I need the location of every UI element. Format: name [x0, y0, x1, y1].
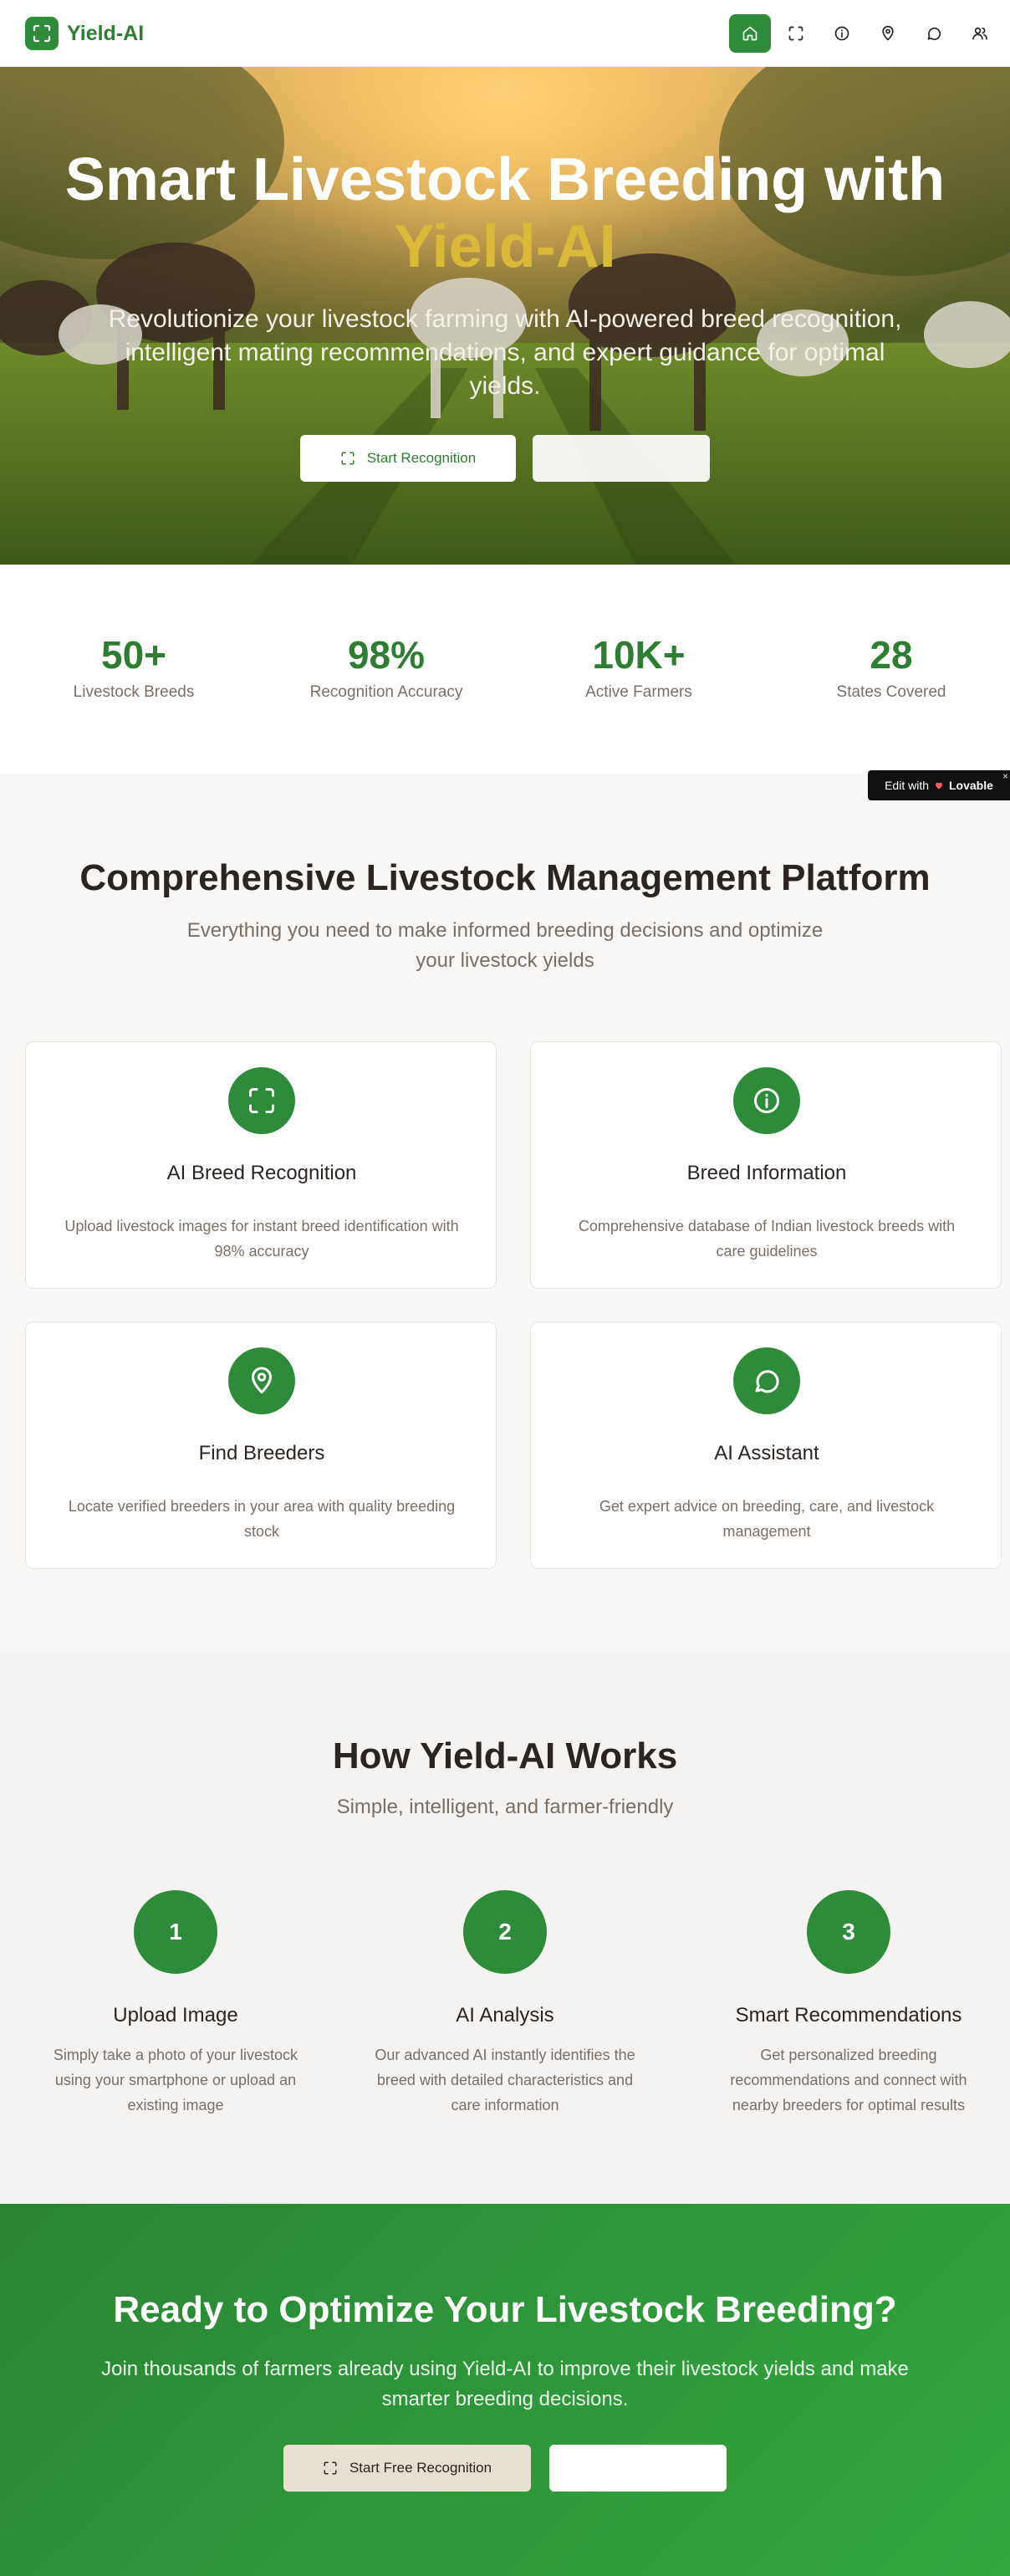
- stat-label: States Covered: [836, 683, 946, 701]
- hero-title-main: Smart Livestock Breeding with: [64, 146, 946, 213]
- stat-item: 10K+ Active Farmers: [513, 631, 764, 702]
- cta-actions: Start Free Recognition: [0, 2445, 1010, 2492]
- users-icon: [972, 27, 987, 40]
- start-recognition-button[interactable]: Start Recognition: [300, 435, 516, 482]
- heart-icon: [936, 782, 942, 790]
- stat-item: 50+ Livestock Breeds: [8, 631, 259, 702]
- home-icon: [742, 26, 758, 41]
- hero-title: Smart Livestock Breeding with Yield-AI: [0, 146, 1010, 280]
- stat-value: 98%: [347, 633, 426, 677]
- scan-icon: [324, 2461, 337, 2475]
- how-subtitle: Simple, intelligent, and farmer-friendly: [336, 1796, 674, 1818]
- nav-assistant-button[interactable]: [913, 14, 955, 53]
- feature-card-title: AI Assistant: [714, 1442, 819, 1464]
- badge-prefix: Edit with: [885, 779, 929, 792]
- cta-subtitle: Join thousands of farmers already using …: [101, 2358, 909, 2410]
- nav-breeders-button[interactable]: [867, 14, 909, 53]
- feature-card-breed-info[interactable]: Breed Information Comprehensive database…: [530, 1041, 1002, 1289]
- cta-title: Ready to Optimize Your Livestock Breedin…: [113, 2289, 897, 2330]
- brand[interactable]: Yield-AI: [25, 17, 144, 50]
- badge-brand: Lovable: [949, 779, 993, 792]
- nav-recognition-button[interactable]: [775, 14, 817, 53]
- map-pin-icon: [882, 25, 894, 41]
- badge-close-icon[interactable]: ×: [1002, 770, 1008, 782]
- hero-section: Smart Livestock Breeding with Yield-AI R…: [0, 67, 1010, 565]
- step-title: Smart Recommendations: [735, 2004, 962, 2027]
- hero-subtitle: Revolutionize your livestock farming wit…: [108, 305, 902, 400]
- feature-card-desc: Comprehensive database of Indian livesto…: [578, 1218, 956, 1260]
- scan-icon: [228, 1067, 295, 1134]
- step-desc: Simply take a photo of your livestock us…: [53, 2047, 298, 2113]
- start-recognition-label: Start Recognition: [366, 450, 477, 466]
- step-number: 3: [807, 1890, 890, 1974]
- stat-label: Livestock Breeds: [73, 683, 195, 701]
- scan-icon: [788, 26, 803, 41]
- how-title: How Yield-AI Works: [332, 1735, 678, 1776]
- scan-icon: [341, 452, 355, 465]
- top-nav: Yield-AI: [0, 0, 1010, 67]
- chat-icon: [927, 27, 941, 40]
- cta-secondary-button[interactable]: [549, 2445, 727, 2492]
- edit-with-lovable-badge[interactable]: Edit with Lovable ×: [868, 770, 1010, 800]
- step-number: 2: [463, 1890, 547, 1974]
- feature-card-assistant[interactable]: AI Assistant Get expert advice on breedi…: [530, 1321, 1002, 1569]
- step-desc: Our advanced AI instantly identifies the…: [375, 2047, 635, 2113]
- step-number: 1: [134, 1890, 217, 1974]
- scan-icon: [25, 17, 59, 50]
- features-section: Comprehensive Livestock Management Platf…: [0, 774, 1010, 1652]
- feature-card-title: Breed Information: [686, 1162, 847, 1184]
- stat-value: 28: [870, 633, 913, 677]
- step-item: 3 Smart Recommendations Get personalized…: [706, 1890, 991, 2118]
- nav-icons: [729, 14, 1001, 53]
- brand-name: Yield-AI: [67, 21, 145, 45]
- feature-card-breeders[interactable]: Find Breeders Locate verified breeders i…: [25, 1321, 497, 1569]
- features-title: Comprehensive Livestock Management Platf…: [79, 857, 931, 898]
- hero-actions: Start Recognition: [0, 435, 1010, 482]
- stats-section: 50+ Livestock Breeds 98% Recognition Acc…: [0, 565, 1010, 774]
- cta-section: Ready to Optimize Your Livestock Breedin…: [0, 2204, 1010, 2576]
- info-icon: [834, 26, 849, 41]
- nav-breed-info-button[interactable]: [821, 14, 863, 53]
- features-subtitle: Everything you need to make informed bre…: [186, 919, 824, 972]
- map-pin-icon: [228, 1347, 295, 1414]
- how-it-works-section: How Yield-AI Works Simple, intelligent, …: [0, 1652, 1010, 2204]
- info-icon: [733, 1067, 800, 1134]
- stat-item: 98% Recognition Accuracy: [261, 631, 512, 702]
- feature-card-desc: Locate verified breeders in your area wi…: [68, 1498, 456, 1540]
- feature-card-desc: Get expert advice on breeding, care, and…: [599, 1498, 935, 1540]
- chat-icon: [733, 1347, 800, 1414]
- hero-secondary-button[interactable]: [533, 435, 710, 482]
- feature-card-recognition[interactable]: AI Breed Recognition Upload livestock im…: [25, 1041, 497, 1289]
- nav-community-button[interactable]: [959, 14, 1001, 53]
- hero-title-highlight: Yield-AI: [394, 213, 616, 280]
- step-title: Upload Image: [113, 2004, 238, 2027]
- step-item: 2 AI Analysis Our advanced AI instantly …: [363, 1890, 647, 2118]
- step-desc: Get personalized breeding recommendation…: [730, 2047, 967, 2113]
- step-item: 1 Upload Image Simply take a photo of yo…: [33, 1890, 318, 2118]
- stat-item: 28 States Covered: [766, 631, 1010, 702]
- feature-card-title: Find Breeders: [198, 1442, 325, 1464]
- feature-card-desc: Upload livestock images for instant bree…: [64, 1218, 459, 1260]
- stat-value: 50+: [100, 633, 167, 677]
- feature-card-title: AI Breed Recognition: [166, 1162, 357, 1184]
- stat-value: 10K+: [592, 633, 686, 677]
- start-free-recognition-label: Start Free Recognition: [349, 2460, 492, 2476]
- stat-label: Recognition Accuracy: [309, 683, 463, 701]
- stat-label: Active Farmers: [585, 683, 692, 701]
- step-title: AI Analysis: [456, 2004, 554, 2027]
- start-free-recognition-button[interactable]: Start Free Recognition: [283, 2445, 531, 2492]
- nav-home-button[interactable]: [729, 14, 771, 53]
